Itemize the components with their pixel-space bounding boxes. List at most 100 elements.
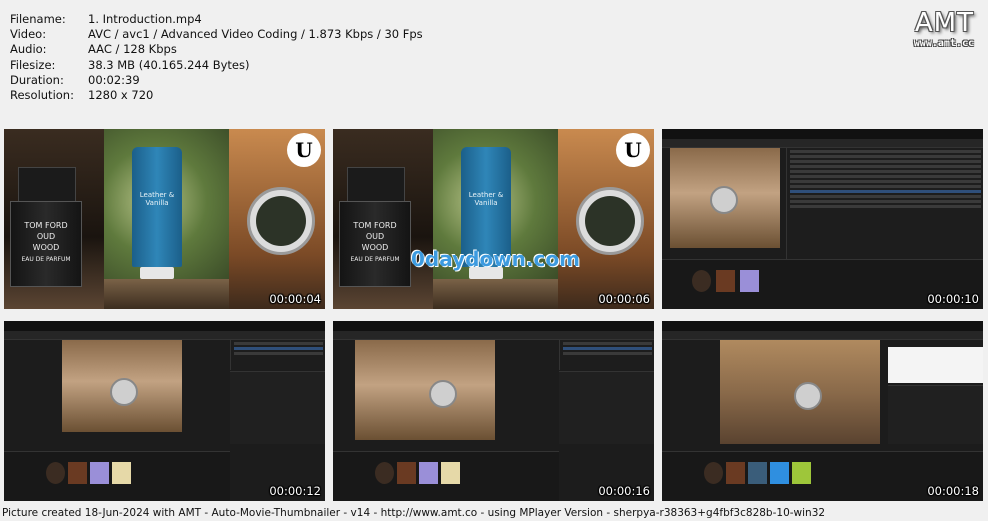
meta-row-video: Video: AVC / avc1 / Advanced Video Coding… — [10, 27, 423, 42]
watch — [576, 187, 644, 255]
details-panel[interactable] — [230, 371, 325, 444]
outliner-panel[interactable] — [786, 148, 983, 260]
texture-tile[interactable] — [748, 462, 767, 484]
rock — [104, 279, 229, 309]
editor-toolbar — [333, 331, 654, 340]
thumbnail-6[interactable]: 00:00:18 — [662, 321, 983, 501]
meta-key: Duration: — [10, 72, 64, 87]
watch-face — [585, 196, 635, 246]
watch-panel: U — [558, 129, 654, 309]
meta-key: Filename: — [10, 12, 66, 26]
perfume-label: TOM FORD OUD WOOD — [353, 221, 397, 252]
details-panel[interactable] — [559, 371, 654, 444]
lotion-tube: Leather & Vanilla — [132, 147, 182, 267]
texture-tile[interactable] — [441, 462, 460, 484]
watch — [794, 382, 822, 410]
watch-face — [256, 196, 306, 246]
texture-tile[interactable] — [792, 462, 811, 484]
tube-cap — [140, 267, 174, 279]
timestamp: 00:00:04 — [269, 292, 321, 306]
perfume-panel: TOM FORD OUD WOOD EAU DE PARFUM — [4, 129, 104, 309]
details-panel[interactable] — [888, 385, 983, 444]
timestamp: 00:00:06 — [598, 292, 650, 306]
meta-row-filesize: Filesize: 38.3 MB (40.165.244 Bytes) — [10, 58, 423, 73]
meta-value: 1. Introduction.mp4 — [88, 12, 202, 26]
outliner-panel[interactable] — [230, 340, 325, 370]
editor-toolbar — [662, 139, 983, 148]
perfume-cap — [18, 167, 76, 203]
watermark: 0daydown.com — [411, 247, 580, 271]
perfume-bottle: TOM FORD OUD WOOD EAU DE PARFUM — [339, 201, 411, 287]
viewport[interactable] — [355, 340, 495, 440]
editor-titlebar — [662, 129, 983, 139]
meta-value: AAC / 128 Kbps — [88, 42, 177, 57]
editor-toolbar — [4, 331, 325, 340]
material-tile[interactable] — [46, 462, 65, 484]
tube-label: Leather & Vanilla — [468, 191, 504, 207]
watch-panel: U — [229, 129, 325, 309]
meta-row-resolution: Resolution: 1280 x 720 — [10, 88, 423, 103]
texture-tile[interactable] — [112, 462, 131, 484]
viewport[interactable] — [720, 340, 880, 444]
watch — [710, 186, 738, 214]
perfume-label: TOM FORD OUD WOOD — [24, 221, 68, 252]
meta-value: 38.3 MB (40.165.244 Bytes) — [88, 57, 250, 72]
thumbnail-2[interactable]: TOM FORD OUD WOOD EAU DE PARFUM Leather &… — [333, 129, 654, 309]
texture-tile[interactable] — [770, 462, 789, 484]
reference-image — [888, 347, 983, 383]
meta-key: Resolution: — [10, 88, 74, 103]
meta-value: AVC / avc1 / Advanced Video Coding / 1.8… — [88, 27, 423, 42]
unreal-logo-icon: U — [287, 133, 321, 167]
editor-titlebar — [4, 321, 325, 331]
texture-tile[interactable] — [90, 462, 109, 484]
material-tile[interactable] — [692, 270, 711, 292]
texture-tile[interactable] — [716, 270, 735, 292]
timestamp: 00:00:18 — [927, 484, 979, 498]
material-tile[interactable] — [704, 462, 723, 484]
texture-tile[interactable] — [726, 462, 745, 484]
perfume-bottle: TOM FORD OUD WOOD EAU DE PARFUM — [10, 201, 82, 287]
meta-key: Audio: — [10, 42, 47, 57]
thumbnail-1[interactable]: TOM FORD OUD WOOD EAU DE PARFUM Leather &… — [4, 129, 325, 309]
file-metadata: Filename: 1. Introduction.mp4 Video: AVC /… — [10, 12, 423, 103]
editor-titlebar — [662, 321, 983, 331]
meta-key: Filesize: — [10, 57, 56, 72]
editor-toolbar — [662, 331, 983, 340]
amt-logo: AMT www.amt.cc — [914, 8, 974, 49]
timestamp: 00:00:10 — [927, 292, 979, 306]
material-tile[interactable] — [375, 462, 394, 484]
texture-tile[interactable] — [68, 462, 87, 484]
perfume-cap — [347, 167, 405, 203]
thumbnail-3[interactable]: 00:00:10 — [662, 129, 983, 309]
texture-tile[interactable] — [740, 270, 759, 292]
perfume-sublabel: EAU DE PARFUM — [21, 256, 71, 263]
meta-row-audio: Audio: AAC / 128 Kbps — [10, 42, 423, 57]
viewport[interactable] — [62, 340, 182, 432]
viewport[interactable] — [670, 148, 780, 248]
rock — [433, 279, 558, 309]
tube-panel: Leather & Vanilla — [433, 129, 558, 309]
thumbnail-5[interactable]: 00:00:16 — [333, 321, 654, 501]
tube-panel: Leather & Vanilla — [104, 129, 229, 309]
meta-value: 00:02:39 — [88, 72, 140, 87]
texture-tile[interactable] — [419, 462, 438, 484]
outliner-panel[interactable] — [559, 340, 654, 370]
editor-titlebar — [333, 321, 654, 331]
watch — [247, 187, 315, 255]
meta-row-duration: Duration: 00:02:39 — [10, 73, 423, 88]
meta-value: 1280 x 720 — [88, 88, 154, 103]
footer-caption: Picture created 18-Jun-2024 with AMT - A… — [2, 507, 826, 519]
content-browser[interactable] — [333, 451, 559, 501]
timestamp: 00:00:12 — [269, 484, 321, 498]
amt-logo-url: www.amt.cc — [913, 38, 974, 49]
timestamp: 00:00:16 — [598, 484, 650, 498]
thumbnail-4[interactable]: 00:00:12 — [4, 321, 325, 501]
content-browser[interactable] — [4, 451, 230, 501]
perfume-sublabel: EAU DE PARFUM — [350, 256, 400, 263]
meta-key: Video: — [10, 27, 47, 42]
unreal-logo-icon: U — [616, 133, 650, 167]
amt-logo-text: AMT — [914, 8, 974, 38]
watch — [429, 380, 457, 408]
watch — [110, 378, 138, 406]
texture-tile[interactable] — [397, 462, 416, 484]
